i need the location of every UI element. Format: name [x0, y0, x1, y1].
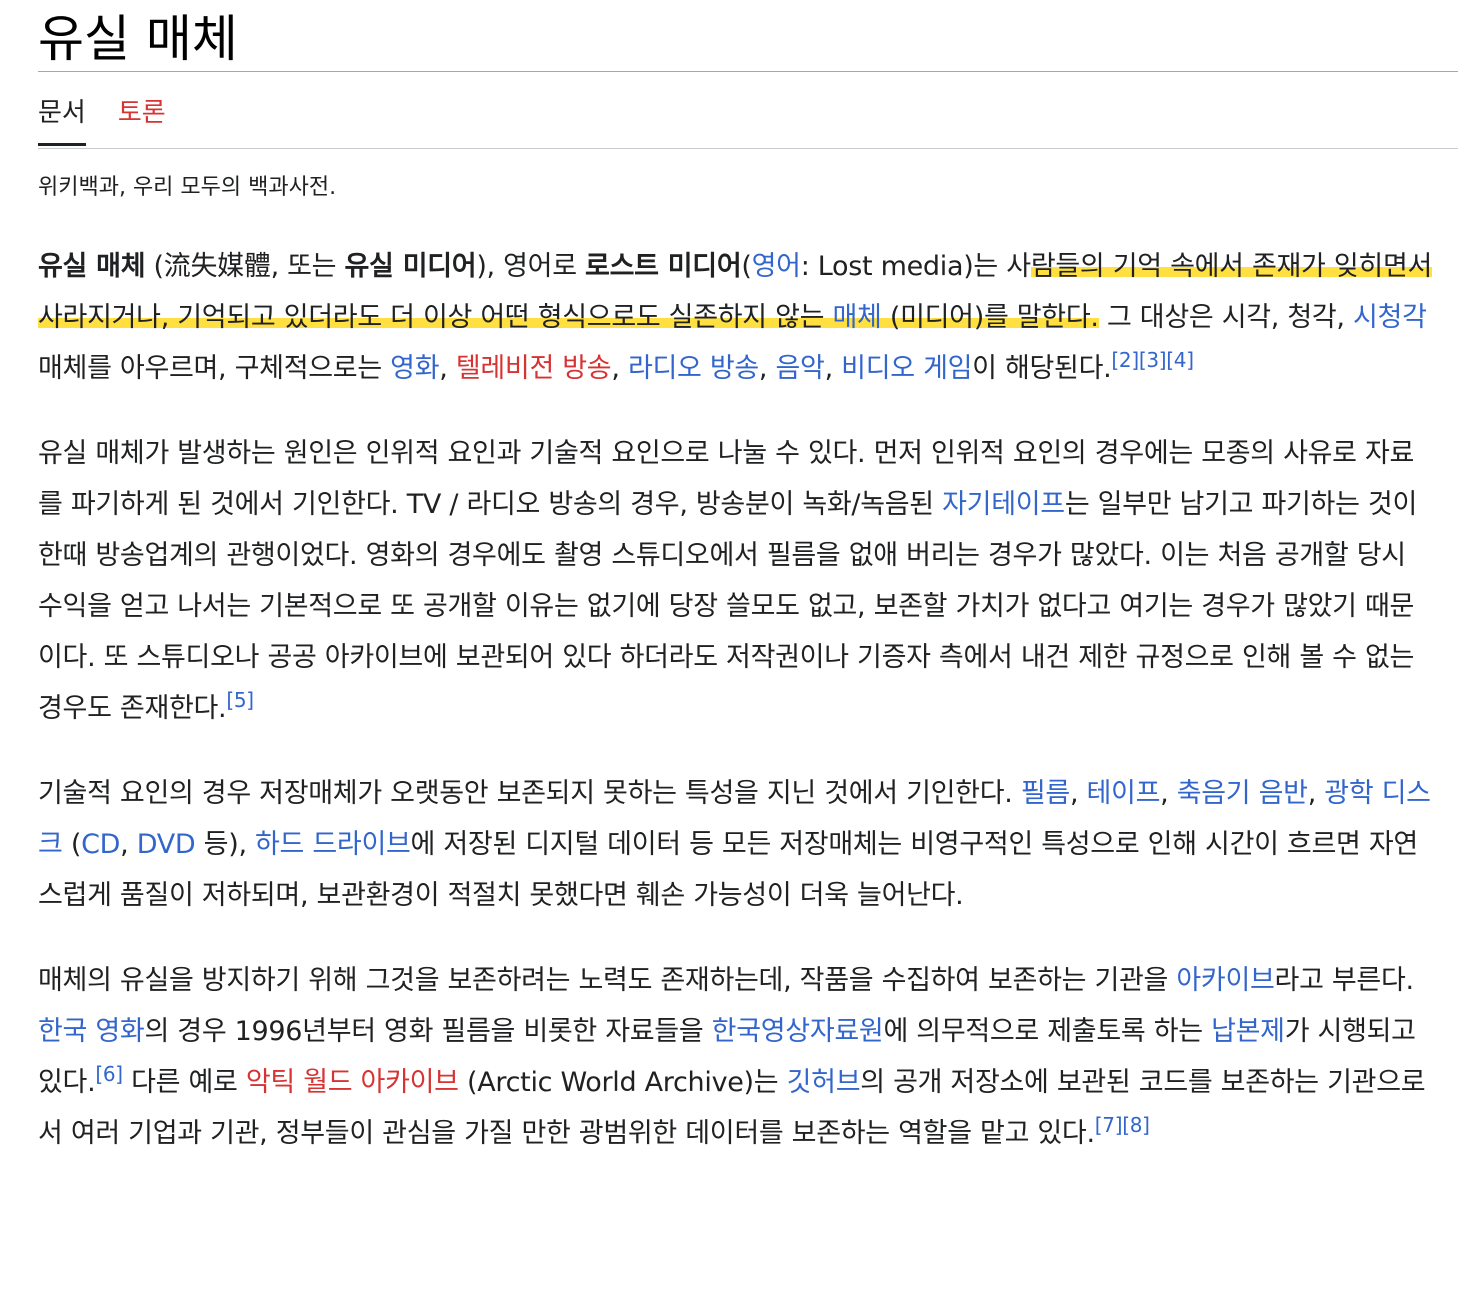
text: 기술적 요인의 경우 저장매체가 오랫동안 보존되지 못하는 특성을 지닌 것에…	[38, 778, 1021, 809]
reference-group: [5]	[226, 688, 254, 712]
link-hard-drive[interactable]: 하드 드라이브	[255, 829, 411, 860]
reference-8[interactable]: [8]	[1122, 1113, 1150, 1137]
link-phonograph-record[interactable]: 축음기 음반	[1177, 778, 1308, 809]
reference-6[interactable]: [6]	[95, 1062, 123, 1086]
text: (	[62, 829, 82, 860]
reference-group: [6]	[95, 1062, 123, 1086]
text: 의 경우 1996년부터 영화 필름을 비롯한 자료들을	[144, 1016, 712, 1047]
text: ,	[611, 353, 628, 384]
text: 라고 부른다.	[1274, 965, 1415, 996]
link-korean-film[interactable]: 한국 영화	[38, 1016, 145, 1047]
text: (미디어)를 말한다.	[881, 302, 1099, 333]
tab-article[interactable]: 문서	[38, 72, 86, 146]
link-radio-broadcast[interactable]: 라디오 방송	[628, 353, 759, 384]
link-magnetic-tape[interactable]: 자기테이프	[942, 489, 1065, 520]
link-film[interactable]: 영화	[390, 353, 439, 384]
text: (	[741, 251, 752, 282]
link-audiovisual[interactable]: 시청각	[1353, 302, 1427, 333]
text: ), 영어로	[476, 251, 586, 282]
reference-group: [2][3][4]	[1111, 348, 1194, 372]
reference-2[interactable]: [2]	[1111, 348, 1139, 372]
text: (Arctic World Archive)는	[458, 1067, 787, 1098]
link-media[interactable]: 매체	[832, 302, 881, 333]
link-cd[interactable]: CD	[81, 829, 120, 860]
tab-talk[interactable]: 토론	[118, 72, 166, 146]
text: ,	[439, 353, 456, 384]
text: ,	[1307, 778, 1325, 809]
bold-term: 로스트 미디어	[585, 251, 742, 282]
link-tape[interactable]: 테이프	[1087, 778, 1161, 809]
paragraph-causes: 유실 매체가 발생하는 원인은 인위적 요인과 기술적 요인으로 나눌 수 있다…	[38, 428, 1433, 734]
text: ,	[1069, 778, 1087, 809]
text: 그 대상은 시각, 청각,	[1098, 302, 1353, 333]
text: : Lost media)는 사	[800, 251, 1031, 282]
link-github[interactable]: 깃허브	[787, 1067, 861, 1098]
text: 등),	[195, 829, 256, 860]
text: ,	[824, 353, 842, 384]
text: 에 의무적으로 제출토록 하는	[883, 1016, 1212, 1047]
link-dvd[interactable]: DVD	[137, 829, 196, 860]
link-arctic-world-archive[interactable]: 악틱 월드 아카이브	[246, 1067, 459, 1098]
link-korean-film-archive[interactable]: 한국영상자료원	[712, 1016, 884, 1047]
article-body: 유실 매체 (流失媒體, 또는 유실 미디어), 영어로 로스트 미디어(영어:…	[38, 241, 1433, 1159]
paragraph-technical: 기술적 요인의 경우 저장매체가 오랫동안 보존되지 못하는 특성을 지닌 것에…	[38, 768, 1433, 921]
link-legal-deposit[interactable]: 납본제	[1211, 1016, 1285, 1047]
text: (流失媒體, 또는	[145, 251, 345, 282]
reference-group: [7][8]	[1095, 1113, 1150, 1137]
text: ,	[1160, 778, 1177, 809]
link-tv-broadcast[interactable]: 텔레비전 방송	[456, 353, 612, 384]
reference-7[interactable]: [7]	[1095, 1113, 1123, 1137]
bold-term: 유실 매체	[38, 251, 146, 282]
paragraph-intro: 유실 매체 (流失媒體, 또는 유실 미디어), 영어로 로스트 미디어(영어:…	[38, 241, 1433, 394]
text: 다른 예로	[122, 1067, 246, 1098]
link-film-stock[interactable]: 필름	[1021, 778, 1070, 809]
link-archive[interactable]: 아카이브	[1176, 965, 1274, 996]
text: 이 해당된다.	[972, 353, 1112, 384]
paragraph-preservation: 매체의 유실을 방지하기 위해 그것을 보존하려는 노력도 존재하는데, 작품을…	[38, 955, 1433, 1159]
text: ,	[758, 353, 776, 384]
article: 유실 매체 문서 토론 위키백과, 우리 모두의 백과사전. 유실 매체 (流失…	[38, 0, 1458, 1193]
reference-4[interactable]: [4]	[1166, 348, 1194, 372]
site-tagline: 위키백과, 우리 모두의 백과사전.	[38, 175, 337, 200]
link-language-english[interactable]: 영어	[752, 251, 801, 282]
link-music[interactable]: 음악	[776, 353, 825, 384]
page-title: 유실 매체	[38, 0, 1458, 72]
namespace-tabs: 문서 토론	[38, 72, 1458, 149]
bold-term: 유실 미디어	[344, 251, 477, 282]
text: ,	[120, 829, 137, 860]
text: 매체의 유실을 방지하기 위해 그것을 보존하려는 노력도 존재하는데, 작품을…	[38, 965, 1177, 996]
reference-5[interactable]: [5]	[226, 688, 254, 712]
text: 매체를 아우르며, 구체적으로는	[38, 353, 391, 384]
reference-3[interactable]: [3]	[1139, 348, 1167, 372]
link-video-game[interactable]: 비디오 게임	[841, 353, 972, 384]
